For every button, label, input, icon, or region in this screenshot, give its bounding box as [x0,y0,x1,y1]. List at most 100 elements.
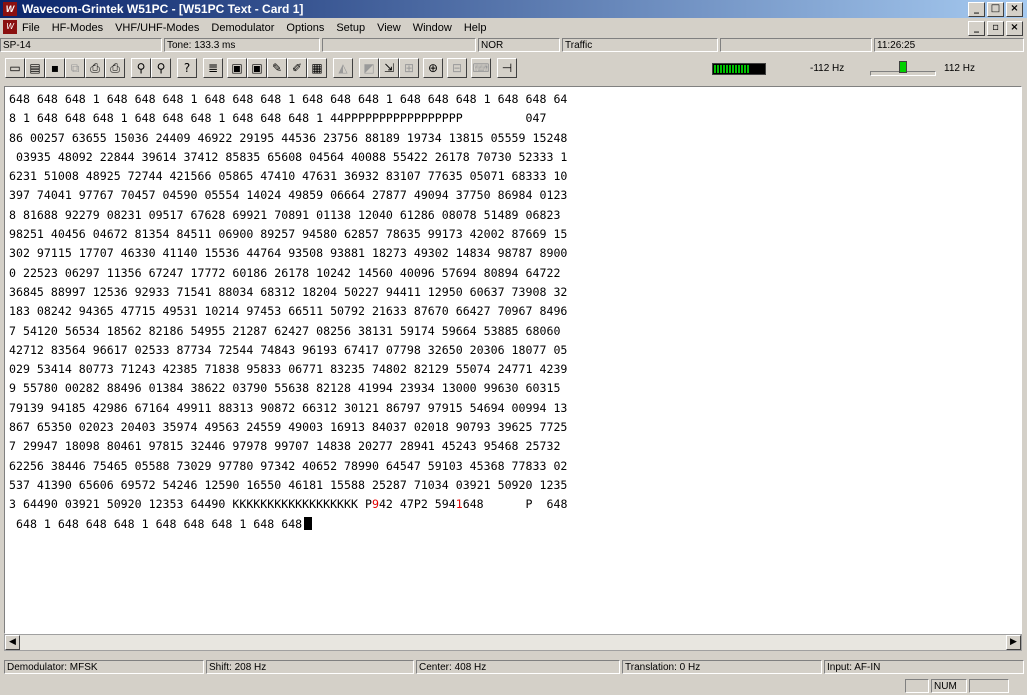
tune-icon[interactable]: ⊕ [423,58,443,78]
tuning-slider[interactable] [870,61,936,77]
app-status-bar: NUM [0,677,1027,695]
find-icon[interactable]: ⚲ [131,58,151,78]
text-line: 648 1 648 648 648 1 648 648 648 1 648 64… [9,515,567,534]
blank-indicator [905,679,929,693]
clock-field: 11:26:25 [874,38,1024,52]
text-segment: 3 64490 03921 50920 12353 64490 KKKKKKKK… [9,497,372,512]
print-icon[interactable]: ⎙ [85,58,105,78]
decoded-text-pane[interactable]: 648 648 648 1 648 648 648 1 648 648 648 … [4,86,1022,634]
text-line: 79139 94185 42986 67164 49911 88313 9087… [9,400,568,415]
window-title: Wavecom-Grintek W51PC - [W51PC Text - Ca… [22,2,304,16]
text-cursor [304,516,313,530]
text-line: 0 22523 06297 11356 67247 17772 60186 26… [9,265,561,280]
tuning-min-label: -112 Hz [810,63,845,74]
text-line: 648 648 648 1 648 648 648 1 648 648 648 … [9,92,568,106]
top-status-bar: SP-14 Tone: 133.3 ms NOR Traffic 11:26:2… [0,38,1027,54]
edit-icon[interactable]: ✎ [267,58,287,78]
display-icon[interactable]: ▣ [247,58,267,78]
signal-level-fill [714,65,750,73]
tone-field: Tone: 133.3 ms [164,38,320,52]
print-setup-icon[interactable]: ⎙ [105,58,125,78]
scroll-left-icon[interactable]: ◀ [5,635,20,650]
signal-level-meter [712,63,766,75]
text-line: 183 08242 94365 47715 49531 10214 97453 … [9,304,568,319]
text-line: 6231 51008 48925 72744 421566 05865 4741… [9,169,568,184]
text-segment: 42 47P2 594 [378,497,456,512]
scroll-right-icon[interactable]: ▶ [1006,635,1021,650]
demodulator-field: Demodulator: MFSK [4,660,204,674]
open-folder-icon[interactable]: ▤ [25,58,45,78]
frame-icon[interactable]: ⊞ [399,58,419,78]
layout-icon[interactable]: ⊟ [447,58,467,78]
child-minimize-button[interactable]: _ [968,21,985,36]
menu-vhf-uhf-modes[interactable]: VHF/UHF-Modes [115,22,199,34]
text-line: 302 97115 17707 46330 41140 15536 44764 … [9,246,568,261]
menu-demodulator[interactable]: Demodulator [211,22,274,34]
spectrum-icon[interactable]: ◭ [333,58,353,78]
copy-icon[interactable]: ⧉ [65,58,85,78]
num-lock-indicator: NUM [931,679,967,693]
text-line: 397 74041 97767 70457 04590 05554 14024 … [9,188,568,203]
center-field: Center: 408 Hz [416,660,620,674]
blank-indicator-2 [969,679,1009,693]
menu-setup[interactable]: Setup [336,22,365,34]
decoded-text: 648 648 648 1 648 648 648 1 648 648 648 … [9,90,567,534]
transfer-icon[interactable]: ⇲ [379,58,399,78]
center-icon[interactable]: ⊣ [497,58,517,78]
text-line: 42712 83564 96617 02533 87734 72544 7484… [9,342,568,357]
app-logo-icon[interactable]: W [3,2,17,16]
text-line: 7 54120 56534 18562 82186 54955 21287 62… [9,323,561,338]
menu-file[interactable]: File [22,22,40,34]
grid-icon[interactable]: ▦ [307,58,327,78]
state-field: Traffic [562,38,718,52]
text-line: 62256 38446 75465 05588 73029 97780 9734… [9,458,568,473]
document-icon[interactable]: W [3,20,17,34]
shift-field: Shift: 208 Hz [206,660,414,674]
text-line: 7 29947 18098 80461 97815 32446 97978 99… [9,439,561,454]
text-line: 36845 88997 12536 92933 71541 88034 6831… [9,284,568,299]
monitor-icon[interactable]: ▣ [227,58,247,78]
tuning-max-label: 112 Hz [944,63,975,74]
input-field: Input: AF-IN [824,660,1024,674]
bottom-status-bar: Demodulator: MFSK Shift: 208 Hz Center: … [0,660,1027,676]
text-line: 8 1 648 648 648 1 648 648 648 1 648 648 … [9,111,547,126]
translation-field: Translation: 0 Hz [622,660,822,674]
menu-view[interactable]: View [377,22,401,34]
error-character: 9 [371,497,379,512]
minimize-button[interactable]: _ [968,2,985,17]
toolbar: ▭ ▤ ▪ ⧉ ⎙ ⎙ ⚲ ⚲ ? ≣ ▣ ▣ ✎ ✐ ▦ ◭ ◩ ⇲ ⊞ ⊕ … [0,55,1027,83]
close-button[interactable]: × [1006,2,1023,17]
text-segment: 648 P 648 [462,497,568,512]
text-line: 86 00257 63655 15036 24409 46922 29195 4… [9,130,568,145]
mode-field: SP-14 [0,38,162,52]
menu-help[interactable]: Help [464,22,487,34]
keyboard-icon[interactable]: ⌨ [471,58,491,78]
error-character: 1 [455,497,463,512]
menu-bar: W File HF-Modes VHF/UHF-Modes Demodulato… [0,18,1027,37]
title-bar[interactable]: W Wavecom-Grintek W51PC - [W51PC Text - … [0,0,1027,18]
save-icon[interactable]: ▪ [45,58,65,78]
text-segment: 648 1 648 648 648 1 648 648 648 1 648 64… [9,516,303,531]
text-line: 537 41390 65606 69572 54246 12590 16550 … [9,477,568,492]
text-line: 9 55780 00282 88496 01384 38622 03790 55… [9,381,561,396]
text-line: 8 81688 92279 08231 09517 67628 69921 70… [9,207,561,222]
menu-options[interactable]: Options [286,22,324,34]
tuning-slider-thumb[interactable] [899,61,907,73]
polarity-field: NOR [478,38,560,52]
chart-icon[interactable]: ◩ [359,58,379,78]
tools-icon[interactable]: ✐ [287,58,307,78]
maximize-button[interactable]: □ [987,2,1004,17]
list-view-icon[interactable]: ≣ [203,58,223,78]
text-line: 03935 48092 22844 39614 37412 85835 6560… [9,149,568,164]
blank-field [322,38,476,52]
horizontal-scrollbar[interactable]: ◀ ▶ [4,634,1022,651]
menu-hf-modes[interactable]: HF-Modes [52,22,103,34]
menu-window[interactable]: Window [413,22,452,34]
text-line: 867 65350 02023 20403 35974 49563 24559 … [9,420,568,435]
blank-field-2 [720,38,872,52]
help-icon[interactable]: ? [177,58,197,78]
child-close-button[interactable]: × [1006,21,1023,36]
child-restore-button[interactable]: ▫ [987,21,1004,36]
find-next-icon[interactable]: ⚲ [151,58,171,78]
new-icon[interactable]: ▭ [5,58,25,78]
